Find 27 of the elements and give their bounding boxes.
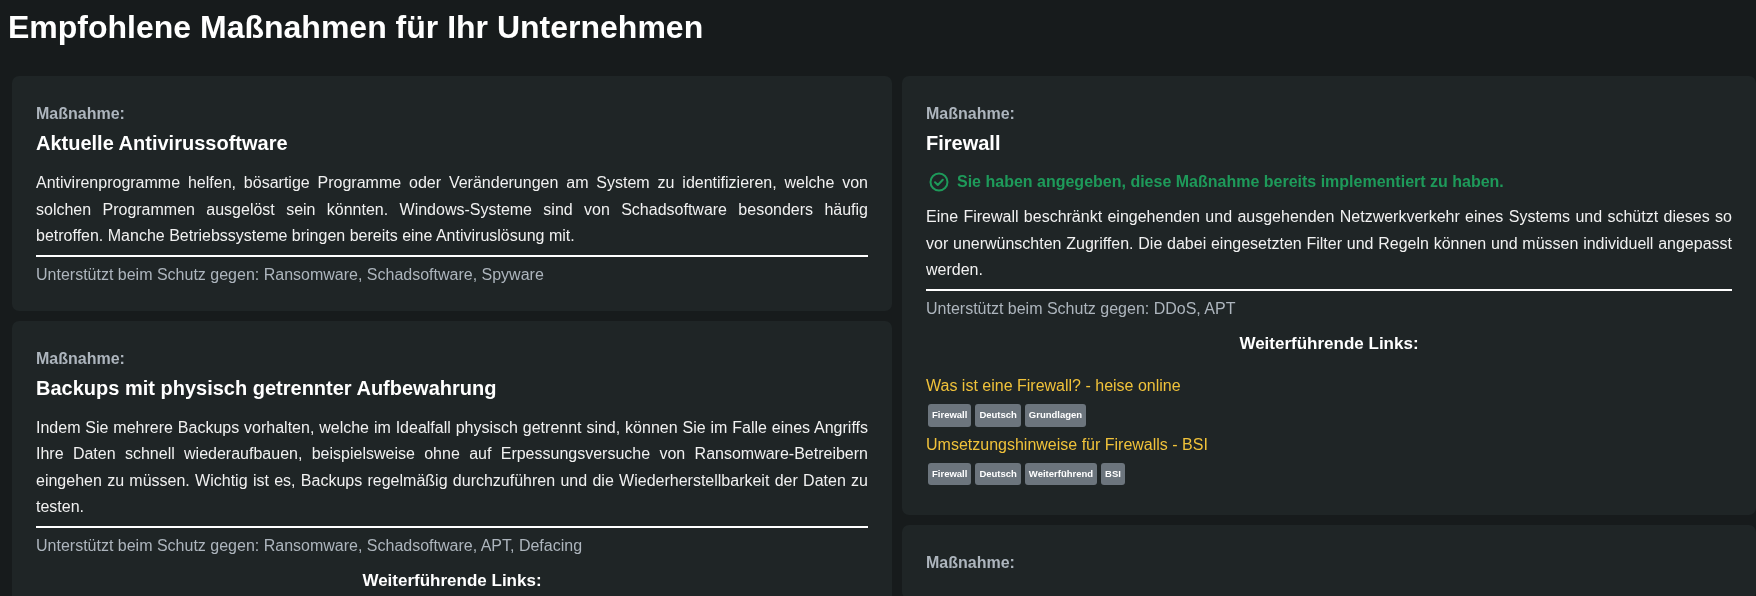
- measure-description: Indem Sie mehrere Backups vorhalten, welche im Idealfall physisch getrennt sind, können Sie im Falle eines Angriffs Ihre Daten schnell wiederaufbauen, beispielsweise ohne auf Erpessungsversuche von Ransomware-Betreibern eingehen zu müssen. Wichtig ist es, Backups regelmäßig durchzuführen und die Wiederherstellbarkeit der Daten zu testen.: [36, 417, 868, 518]
- resource-link[interactable]: Was ist eine Firewall? - heise online: [926, 377, 1181, 395]
- tag-label: Firewall: [928, 462, 972, 485]
- measure-title: Backups mit physisch getrennter Aufbewahrung: [36, 375, 498, 401]
- tag-label: BSI: [1101, 462, 1125, 485]
- tag-label: Firewall: [928, 404, 972, 427]
- tag-label: Deutsch: [975, 404, 1021, 427]
- protection-text: Unterstützt beim Schutz gegen: Ransomware, Schadsoftware, Spyware: [36, 264, 545, 285]
- implemented-note: Sie haben angegeben, diese Maßnahme bereits implementiert zu haben.: [957, 172, 1504, 193]
- links-heading: Weiterführende Links:: [1238, 332, 1420, 355]
- measure-label: Maßnahme:: [926, 104, 1016, 125]
- page-title: Empfohlene Maßnahmen für Ihr Unternehmen: [7, 8, 705, 47]
- measure-label: Maßnahme:: [36, 348, 126, 369]
- tag-label: Deutsch: [975, 462, 1021, 485]
- tag-label: Weiterführend: [1024, 462, 1098, 485]
- measure-description: Antivirenprogramme helfen, bösartige Programme oder Veränderungen am System zu identifizieren, welche von solchen Programmen ausgelöst sein könnten. Windows-Systeme sind von Schadsoftware besonders häufig betroffen. Manche Betriebssysteme bringen bereits eine Antiviruslösung mit.: [36, 173, 868, 247]
- links-heading: Weiterführende Links:: [361, 569, 543, 592]
- tag-label: Grundlagen: [1024, 404, 1087, 427]
- measure-description: Eine Firewall beschränkt eingehenden und ausgehenden Netzwerkverkehr eines Systems und schützt dieses so vor unerwünschten Zugriffen. Die dabei eingesetzten Filter und Regeln können und müssen individuell angepasst werden.: [926, 207, 1732, 281]
- measure-title: Aktuelle Antivirussoftware: [36, 131, 289, 157]
- protection-text: Unterstützt beim Schutz gegen: Ransomware, Schadsoftware, APT, Defacing: [36, 535, 584, 556]
- measure-label: Maßnahme:: [926, 552, 1016, 573]
- measure-title: Firewall: [926, 131, 1002, 157]
- measure-label: Maßnahme:: [36, 104, 126, 125]
- resource-link[interactable]: Umsetzungshinweise für Firewalls - BSI: [926, 435, 1208, 453]
- check-circle-icon: [929, 172, 949, 193]
- protection-text: Unterstützt beim Schutz gegen: DDoS, APT: [926, 298, 1237, 319]
